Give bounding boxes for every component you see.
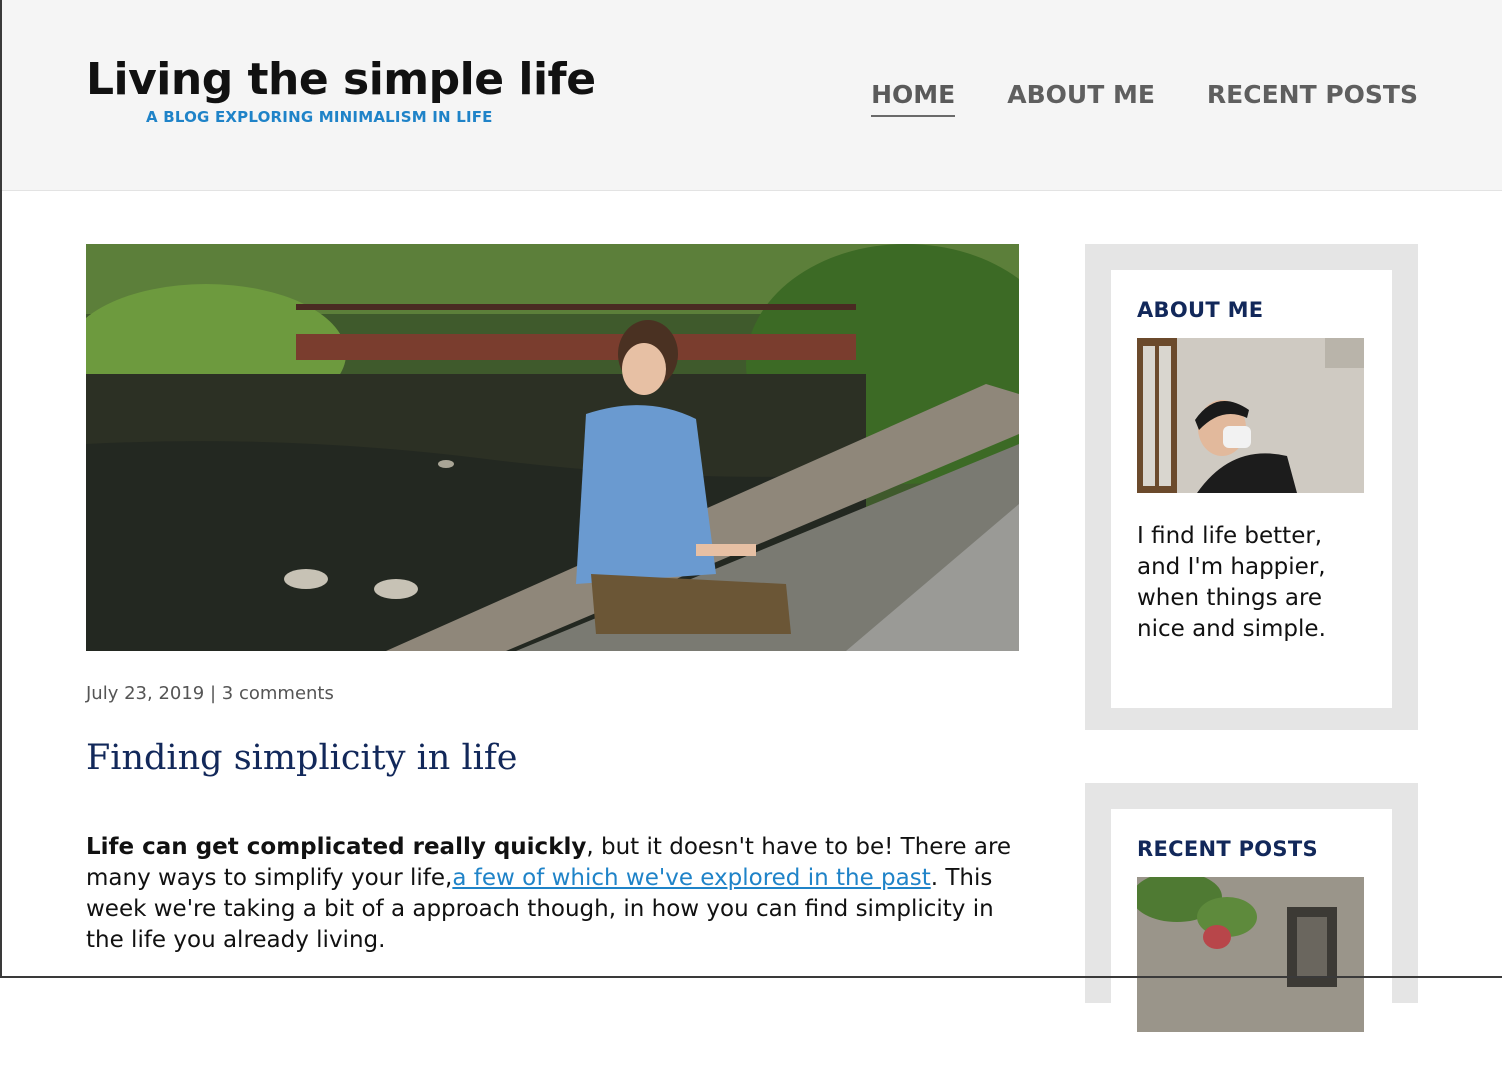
about-photo — [1137, 338, 1364, 493]
recent-heading: RECENT POSTS — [1137, 837, 1318, 861]
post-excerpt-bold: Life can get complicated really quickly — [86, 834, 587, 860]
meta-separator: | — [209, 683, 217, 704]
about-heading: ABOUT ME — [1137, 298, 1264, 322]
site-title[interactable]: Living the simple life — [86, 54, 596, 105]
post-hero-image[interactable] — [86, 244, 1019, 651]
sidebar-about-widget: ABOUT ME I find life better, and I'm hap… — [1085, 244, 1418, 730]
post-comments-link[interactable]: 3 comments — [222, 683, 334, 704]
nav-home[interactable]: HOME — [871, 80, 956, 117]
main-nav: HOME ABOUT ME RECENT POSTS — [871, 80, 1418, 117]
recent-card: RECENT POSTS — [1111, 809, 1392, 1072]
post-excerpt: Life can get complicated really quickly,… — [86, 832, 1019, 956]
post-meta: July 23, 2019 | 3 comments — [86, 683, 1019, 704]
nav-recent-posts[interactable]: RECENT POSTS — [1207, 80, 1418, 117]
about-card: ABOUT ME I find life better, and I'm hap… — [1111, 270, 1392, 708]
site-header: Living the simple life A BLOG EXPLORING … — [0, 0, 1502, 191]
post-date: July 23, 2019 — [86, 683, 205, 704]
past-posts-link[interactable]: a few of which we've explored in the pas… — [452, 865, 930, 891]
site-tagline: A BLOG EXPLORING MINIMALISM IN LIFE — [146, 108, 493, 126]
post-title[interactable]: Finding simplicity in life — [86, 738, 1019, 778]
sidebar-recent-widget: RECENT POSTS — [1085, 783, 1418, 1072]
recent-post-thumbnail[interactable] — [1137, 877, 1364, 1032]
nav-about-me[interactable]: ABOUT ME — [1007, 80, 1155, 117]
main-content: July 23, 2019 | 3 comments Finding simpl… — [86, 244, 1019, 979]
about-text: I find life better, and I'm happier, whe… — [1137, 523, 1326, 642]
